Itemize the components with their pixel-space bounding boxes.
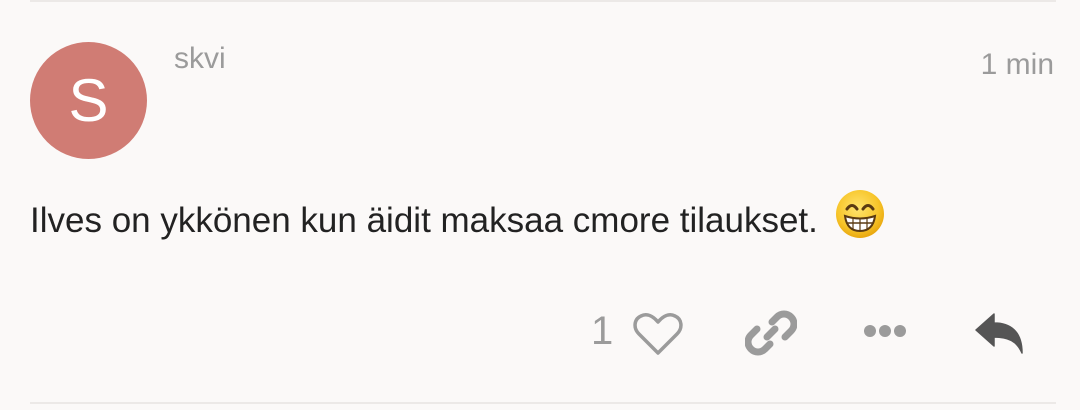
avatar-letter: S — [68, 66, 109, 134]
bottom-divider — [30, 402, 1056, 404]
post-text: Ilves on ykkönen kun äidit maksaa cmore … — [30, 200, 818, 240]
grinning-face-emoji-icon — [834, 188, 886, 251]
top-divider — [30, 0, 1056, 2]
post-card: S skvi 1 min Ilves on ykkönen kun äidit … — [0, 0, 1080, 410]
post-body: Ilves on ykkönen kun äidit maksaa cmore … — [30, 190, 886, 251]
reply-icon[interactable] — [972, 311, 1026, 355]
post-timestamp[interactable]: 1 min — [981, 50, 1054, 80]
avatar[interactable]: S — [30, 42, 147, 159]
link-icon[interactable] — [744, 307, 798, 359]
ellipsis-icon[interactable] — [860, 319, 910, 343]
like-count[interactable]: 1 — [591, 311, 613, 351]
username[interactable]: skvi — [174, 44, 226, 74]
post-actions: 1 — [0, 305, 1080, 361]
heart-outline-icon[interactable] — [632, 311, 684, 357]
